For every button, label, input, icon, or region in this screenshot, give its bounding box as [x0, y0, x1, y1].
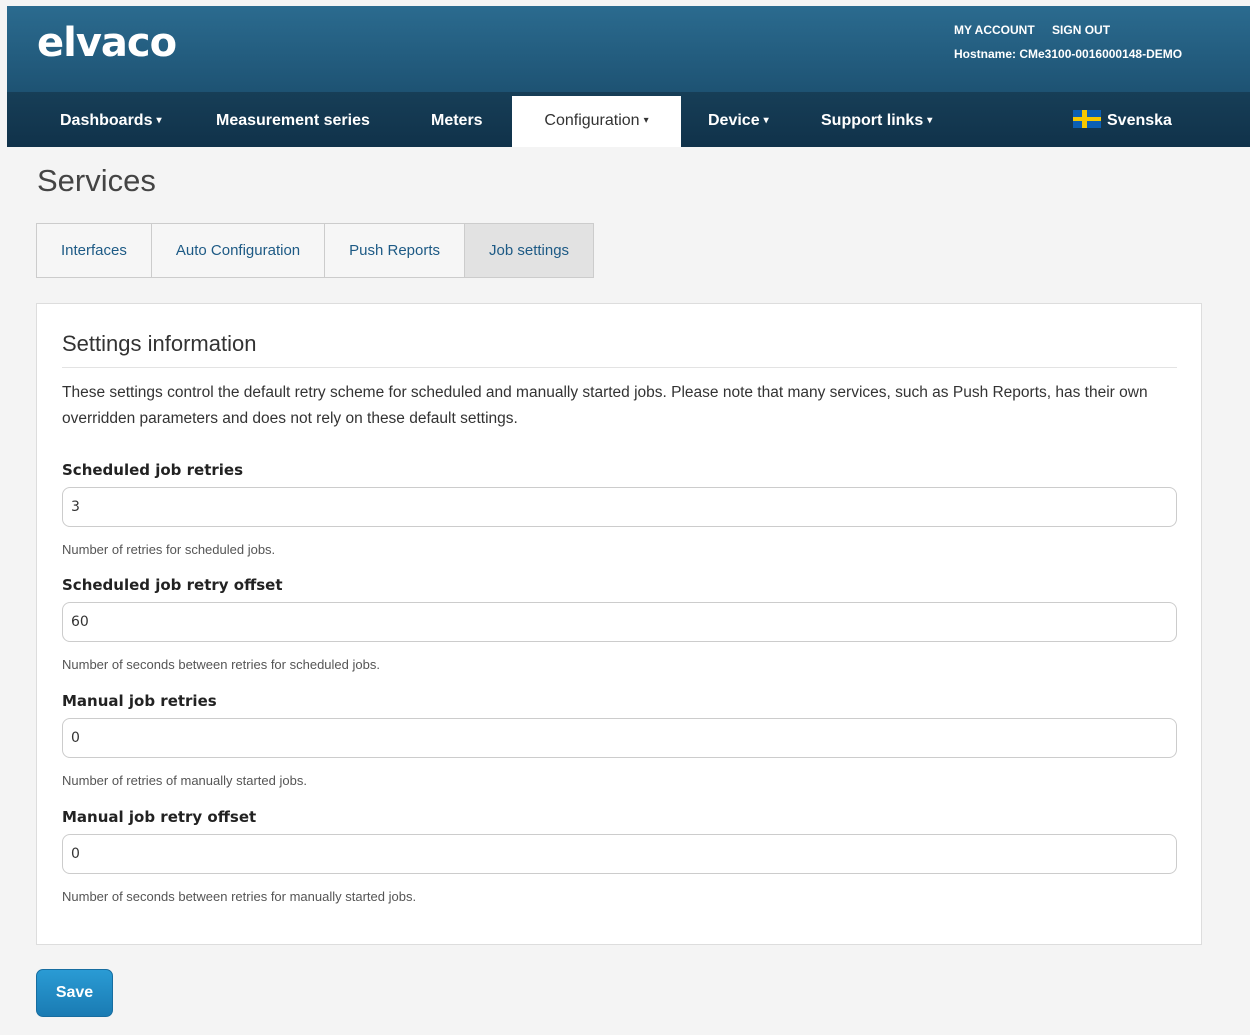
- scheduled-job-retry-offset-label: Scheduled job retry offset: [62, 576, 283, 594]
- panel-heading: Settings information: [62, 331, 1177, 368]
- page-title: Services: [37, 163, 156, 198]
- app-header: elvaco MY ACCOUNT SIGN OUT Hostname: CMe…: [7, 6, 1250, 147]
- manual-job-retry-offset-input[interactable]: [62, 834, 1177, 874]
- nav-meters-label: Meters: [431, 112, 483, 129]
- scheduled-job-retries-help: Number of retries for scheduled jobs.: [62, 542, 276, 557]
- nav-language-switch[interactable]: Svenska: [1073, 92, 1172, 147]
- nav-support-links[interactable]: Support links ▾: [821, 92, 932, 147]
- main-navbar: Dashboards ▾ Measurement series Meters Co…: [7, 92, 1250, 147]
- sign-out-link[interactable]: SIGN OUT: [1052, 23, 1110, 37]
- manual-job-retries-label: Manual job retries: [62, 692, 217, 710]
- hostname-label: Hostname: CMe3100-0016000148-DEMO: [954, 47, 1183, 61]
- nav-meters[interactable]: Meters: [431, 92, 483, 147]
- panel-description: These settings control the default retry…: [62, 384, 1148, 427]
- chevron-down-icon: ▾: [643, 115, 649, 126]
- nav-dashboards[interactable]: Dashboards ▾: [60, 92, 162, 147]
- services-tabs: Interfaces Auto Configuration Push Repor…: [36, 223, 595, 278]
- nav-device-label: Device: [708, 112, 760, 129]
- tab-auto-configuration[interactable]: Auto Configuration: [152, 224, 326, 277]
- save-button[interactable]: Save: [36, 969, 113, 1017]
- nav-measurement-series[interactable]: Measurement series: [216, 92, 370, 147]
- nav-measurement-series-label: Measurement series: [216, 112, 370, 129]
- scheduled-job-retry-offset-input[interactable]: [62, 602, 1177, 642]
- account-links: MY ACCOUNT SIGN OUT: [954, 23, 1124, 37]
- nav-support-links-label: Support links: [821, 112, 924, 129]
- settings-panel: Settings information These settings cont…: [36, 303, 1202, 945]
- scheduled-job-retry-offset-help: Number of seconds between retries for sc…: [62, 657, 380, 672]
- nav-configuration-label: Configuration: [544, 112, 640, 129]
- elvaco-logo[interactable]: elvaco: [37, 20, 177, 66]
- scheduled-job-retries-label: Scheduled job retries: [62, 461, 244, 479]
- manual-job-retry-offset-help: Number of seconds between retries for ma…: [62, 889, 417, 904]
- chevron-down-icon: ▾: [927, 115, 933, 126]
- manual-job-retry-offset-label: Manual job retry offset: [62, 808, 257, 826]
- chevron-down-icon: ▾: [763, 115, 769, 126]
- nav-dashboards-label: Dashboards: [60, 112, 153, 129]
- nav-language-label: Svenska: [1107, 112, 1172, 129]
- manual-job-retries-help: Number of retries of manually started jo…: [62, 773, 307, 788]
- chevron-down-icon: ▾: [156, 115, 162, 126]
- scheduled-job-retries-input[interactable]: [62, 487, 1177, 527]
- tab-push-reports[interactable]: Push Reports: [325, 224, 466, 277]
- my-account-link[interactable]: MY ACCOUNT: [954, 23, 1035, 37]
- tab-interfaces[interactable]: Interfaces: [37, 224, 152, 277]
- swedish-flag-icon: [1073, 109, 1101, 128]
- manual-job-retries-input[interactable]: [62, 718, 1177, 758]
- nav-configuration[interactable]: Configuration ▾: [512, 96, 681, 147]
- nav-device[interactable]: Device ▾: [708, 92, 769, 147]
- tab-job-settings[interactable]: Job settings: [465, 224, 594, 277]
